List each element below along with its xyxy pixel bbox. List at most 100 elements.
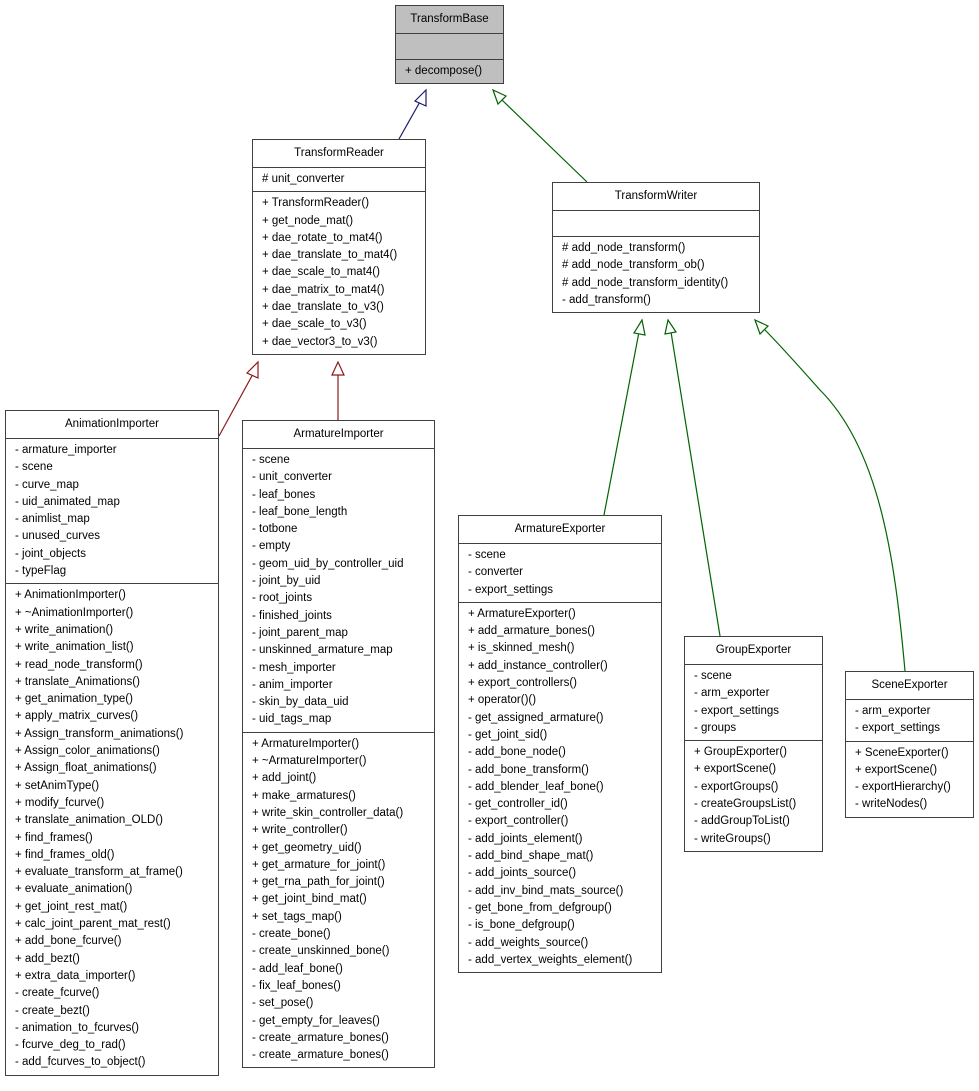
edge-armatureimporter-to-transformreader — [331, 360, 345, 420]
class-transformwriter[interactable]: TransformWriter # add_node_transform() #… — [552, 182, 760, 314]
method: + get_armature_for_joint() — [252, 858, 386, 871]
attribute: - totbone — [252, 523, 298, 536]
attribute: - scene — [15, 461, 53, 474]
method: + export_controllers() — [468, 677, 577, 690]
method: + translate_animation_OLD() — [15, 814, 163, 827]
class-armatureexporter[interactable]: ArmatureExporter - scene - converter - e… — [458, 515, 662, 974]
method: - add_inv_bind_mats_source() — [468, 884, 624, 897]
method: + get_joint_bind_mat() — [252, 893, 367, 906]
class-transformbase[interactable]: TransformBase + decompose() — [395, 5, 504, 85]
attribute: - joint_parent_map — [252, 626, 348, 639]
methods-section: + SceneExporter() + exportScene() - expo… — [846, 742, 973, 817]
attribute: - joint_objects — [15, 547, 86, 560]
method: + get_node_mat() — [262, 214, 354, 227]
method: - fcurve_deg_to_rad() — [15, 1039, 126, 1052]
method: - get_assigned_armature() — [468, 711, 604, 724]
method: + apply_matrix_curves() — [15, 710, 139, 723]
inheritance-arrowhead-icon — [331, 360, 345, 376]
method: + set_tags_map() — [252, 910, 342, 923]
attributes-section: # unit_converter — [253, 168, 425, 193]
class-name: TransformReader — [253, 140, 425, 168]
attribute: - export_settings — [855, 722, 941, 735]
attributes-section — [396, 34, 503, 60]
method: + add_bezt() — [15, 952, 80, 965]
attributes-section: - arm_exporter - export_settings — [846, 700, 973, 742]
attribute: # unit_converter — [262, 173, 345, 185]
method: + ArmatureImporter() — [252, 737, 360, 750]
method: + write_animation_list() — [15, 641, 134, 654]
class-name: GroupExporter — [685, 637, 822, 665]
attribute: - anim_importer — [252, 678, 333, 691]
method: + write_controller() — [252, 824, 348, 837]
class-sceneexporter[interactable]: SceneExporter - arm_exporter - export_se… — [845, 671, 974, 818]
method: + get_rna_path_for_joint() — [252, 876, 385, 889]
attribute: - groups — [694, 721, 737, 734]
methods-section: + decompose() — [396, 60, 503, 83]
method: - export_controller() — [468, 815, 569, 828]
attribute: - skin_by_data_uid — [252, 696, 349, 709]
method: + get_geometry_uid() — [252, 841, 362, 854]
edge-armatureexporter-to-transformwriter — [603, 318, 646, 516]
method: - animation_to_fcurves() — [15, 1021, 139, 1034]
method: + operator()() — [468, 694, 537, 707]
method: - add_fcurves_to_object() — [15, 1056, 146, 1069]
method: + ArmatureExporter() — [468, 607, 576, 620]
method: - add_weights_source() — [468, 936, 589, 949]
class-transformreader[interactable]: TransformReader # unit_converter + Trans… — [252, 139, 426, 355]
method: + find_frames() — [15, 831, 93, 844]
method: + setAnimType() — [15, 779, 100, 792]
method: - get_bone_from_defgroup() — [468, 901, 612, 914]
method: + dae_matrix_to_mat4() — [262, 283, 385, 296]
attribute: - curve_map — [15, 478, 79, 491]
method: + write_animation() — [15, 623, 114, 636]
attributes-section: - scene - unit_converter - leaf_bones - … — [243, 449, 434, 733]
method: - add_joints_source() — [468, 867, 577, 880]
class-armatureimporter[interactable]: ArmatureImporter - scene - unit_converte… — [242, 420, 435, 1069]
attribute: - unit_converter — [252, 471, 332, 484]
attribute: - arm_exporter — [855, 705, 931, 717]
edge-transformreader-to-transformbase — [398, 88, 427, 140]
method: # add_node_transform_identity() — [562, 276, 729, 289]
attributes-section: - armature_importer - scene - curve_map … — [6, 439, 218, 585]
method: - add_transform() — [562, 293, 651, 306]
class-name: TransformWriter — [553, 183, 759, 211]
method: + extra_data_importer() — [15, 969, 136, 982]
method: - add_bone_transform() — [468, 763, 589, 776]
class-name: ArmatureExporter — [459, 516, 661, 544]
edge-sceneexporter-to-transformwriter — [753, 318, 906, 672]
attribute: - arm_exporter — [694, 687, 770, 700]
method: - add_vertex_weights_element() — [468, 953, 633, 966]
method: + dae_scale_to_mat4() — [262, 266, 380, 279]
method: + is_skinned_mesh() — [468, 642, 575, 655]
attribute: - export_settings — [468, 583, 554, 596]
method: + exportScene() — [694, 763, 777, 776]
class-groupexporter[interactable]: GroupExporter - scene - arm_exporter - e… — [684, 636, 823, 852]
attribute: - export_settings — [694, 704, 780, 717]
class-name: ArmatureImporter — [243, 421, 434, 449]
attribute: - unskinned_armature_map — [252, 644, 393, 657]
attribute: - converter — [468, 566, 523, 579]
method: + ~AnimationImporter() — [15, 606, 134, 619]
inheritance-arrowhead-icon — [633, 318, 646, 336]
attribute: - typeFlag — [15, 565, 67, 578]
method: + read_node_transform() — [15, 658, 143, 671]
methods-section: + TransformReader() + get_node_mat() + d… — [253, 192, 425, 354]
method: - get_joint_sid() — [468, 728, 548, 741]
method: + dae_translate_to_v3() — [262, 301, 384, 314]
inheritance-arrowhead-icon — [245, 360, 259, 379]
method: - create_fcurve() — [15, 987, 100, 1000]
method: - set_pose() — [252, 997, 314, 1010]
method: - is_bone_defgroup() — [468, 919, 575, 932]
class-animationimporter[interactable]: AnimationImporter - armature_importer - … — [5, 410, 219, 1076]
method: + add_joint() — [252, 772, 317, 785]
method: + write_skin_controller_data() — [252, 806, 404, 819]
class-name: TransformBase — [396, 6, 503, 34]
class-name: AnimationImporter — [6, 411, 218, 439]
method: + modify_fcurve() — [15, 796, 105, 809]
method: - fix_leaf_bones() — [252, 979, 341, 992]
method: + translate_Animations() — [15, 675, 140, 688]
method: - create_bezt() — [15, 1004, 90, 1017]
method: + make_armatures() — [252, 789, 356, 802]
method: + add_armature_bones() — [468, 625, 595, 638]
method: - add_bone_node() — [468, 746, 566, 759]
